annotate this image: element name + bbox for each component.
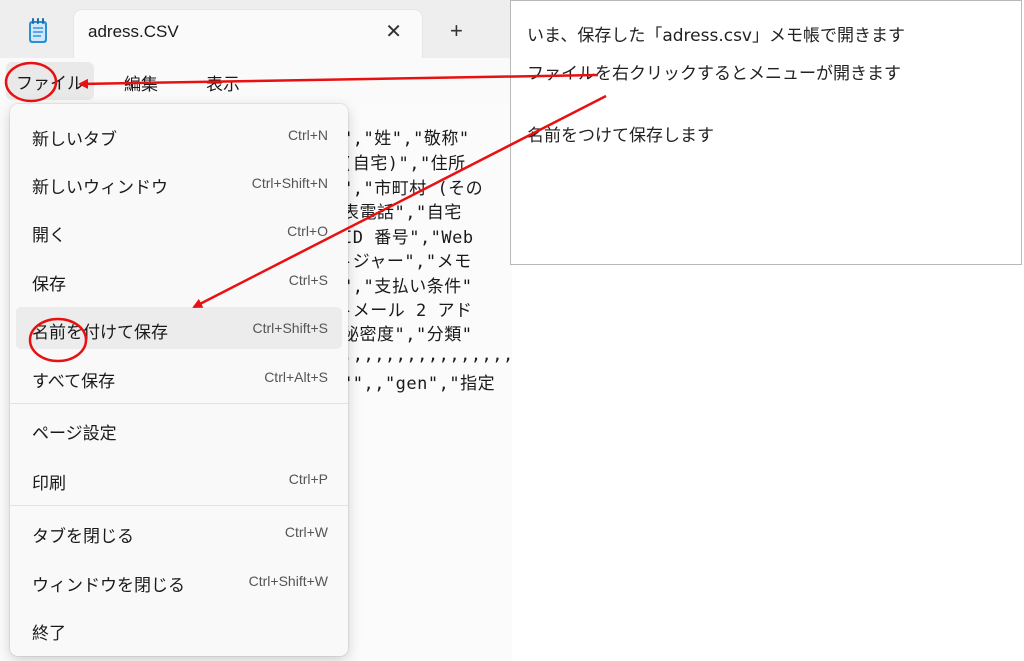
menu-item-shortcut: Ctrl+W (284, 524, 328, 540)
menu-item-save-all[interactable]: すべて保存 Ctrl+Alt+S (16, 356, 342, 398)
file-menu-dropdown: 新しいタブ Ctrl+N 新しいウィンドウ Ctrl+Shift+N 開く Ct… (10, 104, 348, 656)
editor-line: -メール 2 アド (342, 301, 473, 321)
menu-divider (10, 505, 348, 506)
menu-item-label: タブを閉じる (32, 527, 134, 547)
menu-item-label: すべて保存 (32, 372, 116, 392)
annotation-line: いま、保存した「adress.csv」メモ帳で開きます (527, 26, 905, 46)
editor-line: (自宅)","住所 (342, 154, 466, 174)
menu-file-label: ファイル (16, 73, 84, 94)
menu-item-page-setup[interactable]: ページ設定 (16, 408, 342, 450)
menu-item-label: 開く (32, 226, 66, 246)
menu-item-label: 印刷 (32, 474, 66, 494)
menu-item-shortcut: Ctrl+O (287, 223, 328, 239)
editor-line: ","支払い条件" (342, 277, 473, 297)
menu-divider (10, 403, 348, 404)
document-tab[interactable]: adress.CSV ✕ (74, 10, 422, 58)
menu-item-label: 新しいウィンドウ (32, 178, 168, 198)
menu-item-shortcut: Ctrl+Shift+S (252, 320, 328, 336)
annotation-callout: いま、保存した「adress.csv」メモ帳で開きます ファイルを右クリックする… (510, 0, 1022, 265)
menu-item-shortcut: Ctrl+P (288, 471, 328, 487)
title-bar: adress.CSV ✕ + (0, 0, 512, 58)
menu-item-open[interactable]: 開く Ctrl+O (16, 210, 342, 252)
editor-line: ","市町村 (その (342, 179, 484, 199)
menu-item-shortcut: Ctrl+N (287, 127, 328, 143)
menu-file[interactable]: ファイル (6, 62, 94, 100)
editor-line: 秘密度","分類" (342, 325, 473, 345)
menu-item-close-tab[interactable]: タブを閉じる Ctrl+W (16, 511, 342, 553)
editor-line: ,,,,,,,,,,,,,,,, (342, 345, 512, 365)
new-tab-button[interactable]: + (450, 18, 463, 44)
menu-item-new-tab[interactable]: 新しいタブ Ctrl+N (16, 114, 342, 156)
menu-item-label: 新しいタブ (32, 130, 117, 150)
menu-item-label: 保存 (32, 275, 66, 295)
menu-item-print[interactable]: 印刷 Ctrl+P (16, 458, 342, 500)
notepad-icon (29, 18, 47, 43)
menu-item-shortcut: Ctrl+S (288, 272, 328, 288)
menu-item-label: 名前を付けて保存 (32, 323, 168, 343)
editor-line: "",,"gen","指定 (342, 374, 496, 394)
menu-item-new-window[interactable]: 新しいウィンドウ Ctrl+Shift+N (16, 162, 342, 204)
editor-line: -ジャー","メモ (342, 252, 472, 272)
menu-item-label: 終了 (32, 624, 66, 644)
menu-edit[interactable]: 編集 (124, 70, 158, 95)
menu-item-label: ページ設定 (32, 424, 117, 444)
menu-bar: ファイル 編集 表示 (0, 58, 512, 104)
editor-line: 表電話","自宅 (342, 203, 462, 223)
menu-item-label: ウィンドウを閉じる (32, 576, 185, 596)
close-tab-icon[interactable]: ✕ (385, 19, 402, 44)
annotation-line: 名前をつけて保存します (527, 126, 714, 146)
menu-item-shortcut: Ctrl+Shift+N (251, 175, 328, 191)
editor-line: ID 番号","Web (342, 228, 474, 248)
menu-item-close-window[interactable]: ウィンドウを閉じる Ctrl+Shift+W (16, 560, 342, 602)
menu-item-save[interactable]: 保存 Ctrl+S (16, 259, 342, 301)
menu-item-shortcut: Ctrl+Shift+W (248, 573, 328, 589)
editor-line: ","姓","敬称" (342, 129, 470, 149)
notepad-window: adress.CSV ✕ + ファイル 編集 表示 ","姓","敬称" (自宅… (0, 0, 512, 661)
tab-title: adress.CSV (88, 22, 179, 41)
menu-item-shortcut: Ctrl+Alt+S (264, 369, 328, 385)
menu-view[interactable]: 表示 (206, 70, 240, 95)
annotation-line: ファイルを右クリックするとメニューが開きます (527, 64, 901, 84)
menu-item-save-as[interactable]: 名前を付けて保存 Ctrl+Shift+S (16, 307, 342, 349)
menu-item-exit[interactable]: 終了 (16, 608, 342, 650)
